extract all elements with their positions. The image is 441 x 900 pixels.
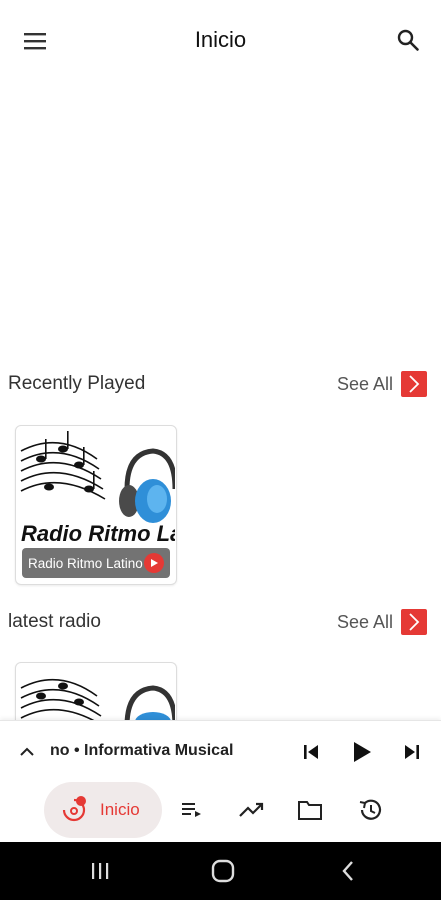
expand-player-button[interactable] xyxy=(16,741,38,763)
previous-button[interactable] xyxy=(297,738,325,766)
play-icon[interactable] xyxy=(144,553,164,573)
nav-home-label: Inicio xyxy=(100,800,140,819)
play-button[interactable] xyxy=(348,738,376,766)
history-icon xyxy=(359,799,382,820)
recent-apps-icon xyxy=(92,863,109,879)
see-all-label: See All xyxy=(336,611,393,632)
folder-icon xyxy=(298,801,322,820)
see-all-button[interactable]: See All xyxy=(337,607,427,637)
skip-next-icon xyxy=(405,745,419,759)
see-all-button[interactable]: See All xyxy=(337,369,427,399)
station-artwork xyxy=(19,666,175,720)
search-icon xyxy=(397,29,419,51)
bottom-navigation: Inicio xyxy=(0,782,441,842)
home-button[interactable] xyxy=(209,858,237,884)
radio-home-icon xyxy=(62,796,86,822)
nav-history[interactable] xyxy=(354,794,386,826)
page-title: Inicio xyxy=(194,27,247,52)
nav-trending[interactable] xyxy=(236,794,268,826)
recent-apps-button[interactable] xyxy=(86,858,114,884)
station-caption: Radio Ritmo Latino xyxy=(22,548,170,578)
section-title: latest radio xyxy=(8,611,101,632)
now-playing-text: no • Informativa Musical xyxy=(50,742,234,759)
search-button[interactable] xyxy=(393,25,423,55)
queue-music-icon xyxy=(182,803,201,817)
app-bar: Inicio xyxy=(0,0,441,82)
chevron-up-icon xyxy=(20,747,34,756)
nav-queue[interactable] xyxy=(176,794,208,826)
mini-player[interactable]: no • Informativa Musical xyxy=(0,720,441,782)
section-title: Recently Played xyxy=(8,373,146,394)
artwork-logo-text: Radio Ritmo Latino xyxy=(21,521,175,546)
chevron-right-icon xyxy=(401,371,427,397)
station-name: Radio Ritmo Latino xyxy=(28,555,143,571)
see-all-label: See All xyxy=(336,373,393,394)
nav-folder[interactable] xyxy=(294,794,326,826)
back-button[interactable] xyxy=(334,858,362,884)
station-card[interactable] xyxy=(15,662,177,720)
skip-previous-icon xyxy=(304,745,318,759)
home-circle-icon xyxy=(211,859,235,883)
section-latest-radio: latest radio See All xyxy=(0,607,441,639)
station-card[interactable]: Radio Ritmo Latino Radio Ritmo Latino xyxy=(15,425,177,585)
play-icon xyxy=(354,742,371,762)
chevron-right-icon xyxy=(401,609,427,635)
section-recently-played: Recently Played See All xyxy=(0,369,441,401)
back-chevron-icon xyxy=(342,861,353,881)
nav-home[interactable]: Inicio xyxy=(44,782,162,838)
system-navigation-bar xyxy=(0,842,441,900)
trending-up-icon xyxy=(239,802,264,817)
next-button[interactable] xyxy=(398,738,426,766)
